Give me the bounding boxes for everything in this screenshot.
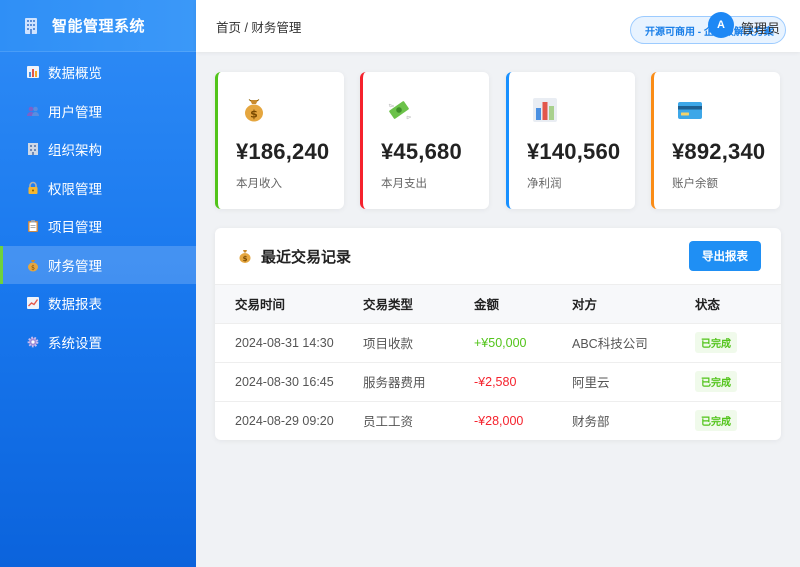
cell-status: 已完成 (695, 322, 781, 362)
cell-time: 2024-08-29 09:20 (215, 400, 363, 440)
svg-text:$: $ (243, 255, 248, 263)
stat-label: 净利润 (527, 178, 562, 190)
money-bag-icon: $ (240, 96, 268, 124)
sidebar-menu: 数据概览 用户管理 组织架构 权限管理 项目管理 $ 财务管理 数据报表 系统设… (0, 52, 196, 361)
building-icon (26, 142, 40, 156)
username[interactable]: 管理员 (741, 18, 780, 37)
status-badge: 已完成 (695, 371, 737, 392)
panel-title: 最近交易记录 (261, 248, 352, 266)
table-row[interactable]: 2024-08-29 09:20 员工工资 -¥28,000 财务部 已完成 (215, 400, 781, 440)
avatar[interactable]: A (708, 12, 734, 38)
stat-card-net-profit: ¥140,560 净利润 (506, 72, 635, 209)
svg-text:$: $ (250, 108, 258, 121)
building-icon (22, 17, 40, 35)
sidebar-item-label: 数据概览 (48, 66, 102, 82)
export-report-button[interactable]: 导出报表 (689, 241, 761, 271)
cell-status: 已完成 (695, 361, 781, 401)
cell-type: 员工工资 (363, 400, 474, 440)
cell-party: 财务部 (572, 400, 695, 440)
stat-label: 本月支出 (381, 178, 427, 190)
money-wings-icon (385, 96, 413, 124)
stat-label: 本月收入 (236, 178, 282, 190)
cell-amount: -¥28,000 (474, 400, 572, 440)
status-badge: 已完成 (695, 410, 737, 432)
panel-header: $ 最近交易记录 导出报表 (215, 228, 781, 285)
cell-time: 2024-08-31 14:30 (215, 322, 363, 362)
cell-party: 阿里云 (572, 361, 695, 401)
stat-value: ¥140,560 (527, 139, 621, 164)
line-chart-icon (26, 296, 40, 310)
stat-label: 账户余额 (672, 178, 718, 190)
column-header[interactable]: 状态 (695, 285, 781, 323)
status-badge: 已完成 (695, 332, 737, 353)
stat-card-income: $ ¥186,240 本月收入 (215, 72, 344, 209)
column-header[interactable]: 交易类型 (363, 285, 474, 323)
sidebar-item-label: 财务管理 (48, 258, 102, 274)
money-bag-icon: $ (237, 248, 253, 264)
sidebar-item-project-management[interactable]: 项目管理 (0, 207, 196, 246)
sidebar-item-finance[interactable]: $ 财务管理 (0, 245, 196, 284)
stat-card-expense: ¥45,680 本月支出 (360, 72, 489, 209)
brand: 智能管理系统 (0, 0, 196, 52)
cell-type: 服务器费用 (363, 361, 474, 401)
column-header[interactable]: 对方 (572, 285, 695, 323)
sidebar-item-label: 权限管理 (48, 181, 102, 197)
svg-text:$: $ (31, 264, 35, 271)
sidebar-item-data-overview[interactable]: 数据概览 (0, 53, 196, 92)
sidebar-item-label: 项目管理 (48, 220, 102, 236)
app-title: 智能管理系统 (52, 18, 146, 35)
sidebar-item-settings[interactable]: 系统设置 (0, 323, 196, 362)
sidebar-item-permissions[interactable]: 权限管理 (0, 169, 196, 208)
cell-amount: +¥50,000 (474, 322, 572, 362)
table-row[interactable]: 2024-08-30 16:45 服务器费用 -¥2,580 阿里云 已完成 (215, 361, 781, 401)
lock-icon (26, 181, 40, 195)
top-header: 首页 / 财务管理 开源可商用 - 企业级解决方案 A 管理员 (196, 0, 800, 52)
sidebar-item-reports[interactable]: 数据报表 (0, 284, 196, 323)
breadcrumb: 首页 / 财务管理 (216, 20, 302, 35)
transactions-table: 交易时间 交易类型 金额 对方 状态 2024-08-31 14:30 项目收款… (215, 285, 781, 440)
cell-type: 项目收款 (363, 322, 474, 362)
table-row[interactable]: 2024-08-31 14:30 项目收款 +¥50,000 ABC科技公司 已… (215, 322, 781, 362)
bar-chart-icon (531, 96, 559, 124)
stat-card-balance: ¥892,340 账户余额 (651, 72, 780, 209)
money-bag-icon: $ (26, 258, 40, 272)
sidebar-item-label: 用户管理 (48, 104, 102, 120)
column-header[interactable]: 金额 (474, 285, 572, 323)
column-header[interactable]: 交易时间 (215, 285, 363, 323)
cell-status: 已完成 (695, 400, 781, 440)
sidebar-item-org-structure[interactable]: 组织架构 (0, 130, 196, 169)
sidebar-item-label: 组织架构 (48, 143, 102, 159)
bar-chart-icon (26, 65, 40, 79)
cell-amount: -¥2,580 (474, 361, 572, 401)
stat-value: ¥45,680 (381, 139, 462, 164)
sidebar-item-user-management[interactable]: 用户管理 (0, 92, 196, 131)
cell-time: 2024-08-30 16:45 (215, 361, 363, 401)
users-icon (26, 104, 40, 118)
sidebar-item-label: 系统设置 (48, 335, 102, 351)
credit-card-icon (676, 96, 704, 124)
transactions-panel: $ 最近交易记录 导出报表 交易时间 交易类型 金额 对方 状态 2024-08… (215, 228, 781, 440)
stat-value: ¥892,340 (672, 139, 766, 164)
clipboard-icon (26, 219, 40, 233)
sidebar-item-label: 数据报表 (48, 297, 102, 313)
sidebar: 智能管理系统 数据概览 用户管理 组织架构 权限管理 项目管理 $ 财务管理 数… (0, 0, 196, 567)
cell-party: ABC科技公司 (572, 322, 695, 362)
gear-icon (26, 335, 40, 349)
table-header-row: 交易时间 交易类型 金额 对方 状态 (215, 285, 781, 323)
stat-value: ¥186,240 (236, 139, 330, 164)
